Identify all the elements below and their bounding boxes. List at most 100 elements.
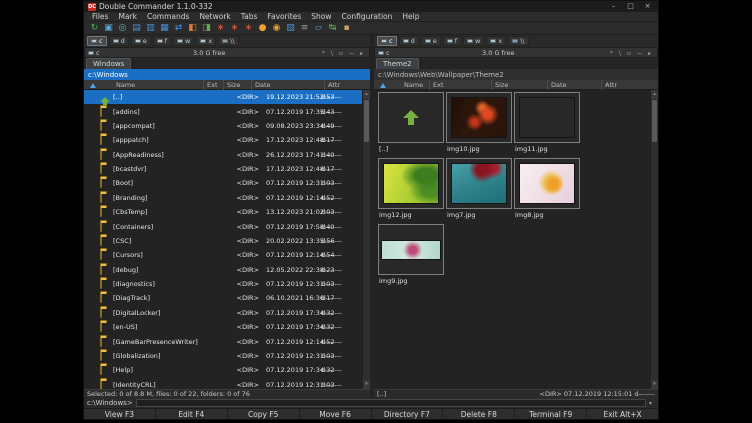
panel-header-button-0[interactable]: * <box>607 50 616 57</box>
right-scrollbar[interactable]: ▴ ▾ <box>650 90 658 389</box>
scroll-up-icon[interactable]: ▴ <box>651 90 658 99</box>
scrollbar-thumb[interactable] <box>364 100 369 142</box>
drive-button-e[interactable]: e <box>131 36 151 46</box>
file-row[interactable]: [GameBarPresenceWriter]<DIR>07.12.2019 1… <box>84 334 362 348</box>
left-scrollbar[interactable]: ▴ ▾ <box>362 90 370 389</box>
file-row[interactable]: [Boot]<DIR>07.12.2019 12:31:03d------- <box>84 176 362 190</box>
file-row[interactable]: [appcompat]<DIR>09.08.2023 23:34:49d----… <box>84 119 362 133</box>
column-header-ext[interactable]: Ext <box>203 80 218 90</box>
file-row[interactable]: [Branding]<DIR>07.12.2019 12:14:52d-----… <box>84 191 362 205</box>
menu-configuration[interactable]: Configuration <box>337 12 398 22</box>
function-button-f6[interactable]: Move F6 <box>300 409 372 419</box>
file-row[interactable]: [Containers]<DIR>07.12.2019 17:58:40d---… <box>84 219 362 233</box>
drive-button-c[interactable]: c <box>377 36 397 46</box>
run-terminal-icon[interactable]: ▣ <box>102 23 115 34</box>
swap-panels-icon[interactable]: ⇄ <box>172 23 185 34</box>
drive-button-x[interactable]: x <box>196 36 216 46</box>
menu-mark[interactable]: Mark <box>113 12 142 22</box>
scroll-down-icon[interactable]: ▾ <box>363 380 370 389</box>
panel-header-button-3[interactable]: − <box>346 50 357 57</box>
panel-header-button-0[interactable]: * <box>319 50 328 57</box>
drive-button-w[interactable]: w <box>463 36 484 46</box>
file-row[interactable]: [Globalization]<DIR>07.12.2019 12:31:03d… <box>84 349 362 363</box>
menu-help[interactable]: Help <box>397 12 424 22</box>
file-row[interactable]: [CbsTemp]<DIR>13.12.2023 21:02:03d------… <box>84 205 362 219</box>
maximize-button[interactable]: □ <box>622 1 639 12</box>
drive-button-f[interactable]: f <box>153 36 171 46</box>
scroll-up-icon[interactable]: ▴ <box>363 90 370 99</box>
file-row[interactable]: [Help]<DIR>07.12.2019 17:34:32d------- <box>84 363 362 377</box>
file-row[interactable]: [Cursors]<DIR>07.12.2019 12:14:54d------… <box>84 248 362 262</box>
column-header-date[interactable]: Date <box>251 80 271 90</box>
function-button-f8[interactable]: Delete F8 <box>443 409 515 419</box>
panel-header-button-4[interactable]: ▸ <box>645 50 654 57</box>
thumbnail-item[interactable]: img12.jpg <box>378 158 446 224</box>
menu-network[interactable]: Network <box>194 12 235 22</box>
thumbnail-item[interactable]: img9.jpg <box>378 224 446 290</box>
function-button-f5[interactable]: Copy F5 <box>228 409 300 419</box>
panel-header-button-1[interactable]: \ <box>328 50 336 57</box>
scrollbar-thumb[interactable] <box>652 100 657 142</box>
menu-favorites[interactable]: Favorites <box>262 12 306 22</box>
sync-dirs-icon[interactable]: ↹ <box>326 23 339 34</box>
panel-header-button-2[interactable]: ▫ <box>336 50 346 57</box>
column-header-date[interactable]: Date <box>547 80 567 90</box>
column-header-size[interactable]: Size <box>223 80 240 90</box>
properties-icon[interactable]: ▪ <box>340 23 353 34</box>
unpack-icon[interactable]: ◉ <box>270 23 283 34</box>
drive-button-d[interactable]: d <box>399 36 419 46</box>
network-drive-button[interactable]: \\ <box>508 36 528 46</box>
move-icon[interactable]: ◨ <box>200 23 213 34</box>
drive-button-f[interactable]: f <box>443 36 461 46</box>
drive-button-x[interactable]: x <box>486 36 506 46</box>
function-button-f4[interactable]: Edit F4 <box>156 409 228 419</box>
function-button-alt+x[interactable]: Exit Alt+X <box>587 409 658 419</box>
options-icon[interactable]: ◎ <box>116 23 129 34</box>
copy-icon[interactable]: ◧ <box>186 23 199 34</box>
file-row[interactable]: [AppReadiness]<DIR>26.12.2023 17:41:40d-… <box>84 148 362 162</box>
file-row[interactable]: [bcastdvr]<DIR>17.12.2023 12:48:17d-----… <box>84 162 362 176</box>
file-row[interactable]: [..]<DIR>19.12.2023 21:52:53d------- <box>84 90 362 104</box>
file-row[interactable]: [IdentityCRL]<DIR>07.12.2019 12:31:03d--… <box>84 378 362 390</box>
file-row[interactable]: [addins]<DIR>07.12.2019 17:35:43d------- <box>84 104 362 118</box>
wipe-icon[interactable]: ∗ <box>228 23 241 34</box>
column-header-ext[interactable]: Ext <box>429 80 444 90</box>
thumbnail-item[interactable]: img7.jpg <box>446 158 514 224</box>
column-header-size[interactable]: Size <box>491 80 508 90</box>
brief-view-icon[interactable]: ▦ <box>158 23 171 34</box>
drive-button-d[interactable]: d <box>109 36 129 46</box>
multi-rename-icon[interactable]: ▱ <box>312 23 325 34</box>
file-row[interactable]: [DigitalLocker]<DIR>07.12.2019 17:34:32d… <box>84 306 362 320</box>
refresh-icon[interactable]: ↻ <box>88 23 101 34</box>
menu-files[interactable]: Files <box>87 12 113 22</box>
panel-header-button-4[interactable]: ▸ <box>357 50 366 57</box>
column-header-attr[interactable]: Attr <box>324 80 340 90</box>
panel-header-button-3[interactable]: − <box>634 50 645 57</box>
column-header-attr[interactable]: Attr <box>601 80 617 90</box>
function-button-f3[interactable]: View F3 <box>84 409 156 419</box>
drive-button-w[interactable]: w <box>173 36 194 46</box>
menu-show[interactable]: Show <box>306 12 336 22</box>
scroll-down-icon[interactable]: ▾ <box>651 380 658 389</box>
panel-header-button-1[interactable]: \ <box>616 50 624 57</box>
drive-button-c[interactable]: c <box>87 36 107 46</box>
right-tab-theme2[interactable]: Theme2 <box>376 58 419 69</box>
file-row[interactable]: [en-US]<DIR>07.12.2019 17:34:32d------- <box>84 320 362 334</box>
search-icon[interactable]: ∗ <box>214 23 227 34</box>
command-history-chevron-icon[interactable]: ▾ <box>646 400 655 407</box>
menu-commands[interactable]: Commands <box>142 12 194 22</box>
thumbnail-item[interactable]: img8.jpg <box>514 158 582 224</box>
delete-icon[interactable]: ∗ <box>242 23 255 34</box>
file-row[interactable]: [diagnostics]<DIR>07.12.2019 12:31:03d--… <box>84 277 362 291</box>
vertical-panels-icon[interactable]: ▥ <box>144 23 157 34</box>
compare-icon[interactable]: ▧ <box>284 23 297 34</box>
minimize-button[interactable]: – <box>605 1 622 12</box>
pack-icon[interactable]: ● <box>256 23 269 34</box>
menu-tabs[interactable]: Tabs <box>236 12 263 22</box>
file-row[interactable]: [CSC]<DIR>20.02.2022 13:35:56d------- <box>84 234 362 248</box>
file-row[interactable]: [DiagTrack]<DIR>06.10.2021 16:36:17d----… <box>84 291 362 305</box>
left-path-bar[interactable]: c:\Windows <box>84 69 370 80</box>
column-header-name[interactable]: Name <box>401 80 423 90</box>
network-drive-button[interactable]: \\ <box>218 36 238 46</box>
command-line-input[interactable] <box>136 399 646 407</box>
